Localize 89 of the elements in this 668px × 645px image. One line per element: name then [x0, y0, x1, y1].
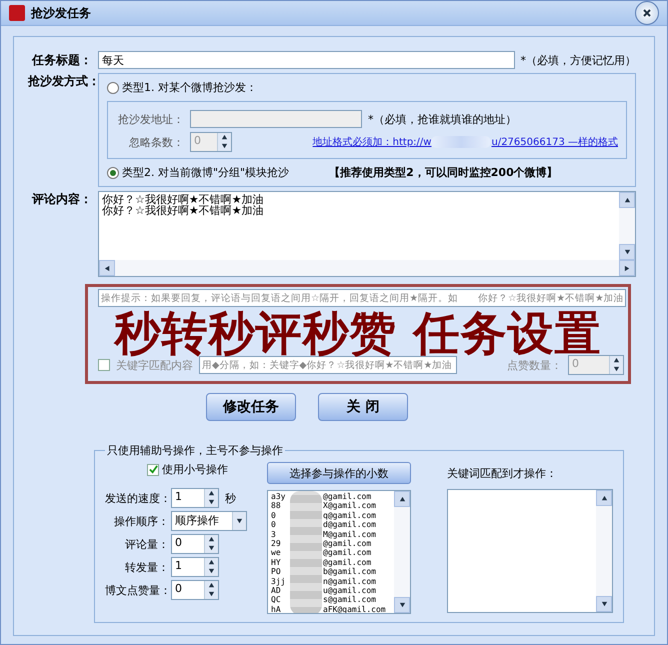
- spin-down-icon[interactable]: [208, 499, 215, 506]
- field-label: 操作顺序：: [113, 514, 169, 528]
- check-icon: [148, 465, 158, 474]
- account-item[interactable]: 0: [271, 520, 289, 530]
- account-item[interactable]: X@gamil.com: [323, 501, 391, 511]
- spin-up-icon[interactable]: [613, 357, 620, 364]
- account-item[interactable]: 88: [271, 501, 289, 511]
- field-label: 转发量：: [124, 560, 169, 574]
- spin-down-icon[interactable]: [208, 545, 215, 552]
- spin-up-icon[interactable]: [208, 582, 215, 589]
- account-item[interactable]: @gamil.com: [323, 492, 391, 502]
- account-item[interactable]: @gamil.com: [323, 548, 391, 558]
- account-item[interactable]: 29: [271, 539, 289, 548]
- required-note: *（必填，方便记忆用）: [520, 52, 636, 68]
- skip-label: 忽略条数：: [128, 134, 184, 150]
- required-note: *（必填，抢谁就填谁的地址）: [368, 112, 516, 126]
- account-item[interactable]: M@gamil.com: [323, 530, 391, 540]
- spin-down-icon[interactable]: [208, 568, 215, 575]
- account-item[interactable]: 0: [271, 510, 289, 520]
- address-input[interactable]: [190, 110, 362, 128]
- spin-up-icon[interactable]: [221, 134, 228, 141]
- account-item[interactable]: a3y: [271, 492, 289, 502]
- unit-label: 秒: [225, 490, 236, 506]
- spin-up-icon[interactable]: [208, 536, 215, 543]
- like-count-label: 点赞数量：: [507, 358, 562, 372]
- scroll-down-icon[interactable]: [624, 248, 630, 256]
- account-item[interactable]: @gamil.com: [323, 539, 391, 548]
- close-button[interactable]: [635, 1, 659, 25]
- account-item[interactable]: 3: [271, 530, 289, 540]
- account-item[interactable]: @gamil.com: [323, 558, 391, 568]
- scroll-left-icon[interactable]: [104, 264, 110, 272]
- scroll-up-icon[interactable]: [624, 196, 630, 204]
- account-item[interactable]: d@gamil.com: [323, 520, 391, 530]
- radio-button[interactable]: [107, 166, 119, 178]
- account-item[interactable]: we: [271, 548, 289, 558]
- number-spinbox[interactable]: 0: [171, 534, 219, 554]
- action-button[interactable]: 关 闭: [318, 393, 408, 421]
- number-spinbox[interactable]: 0: [171, 580, 219, 600]
- account-item[interactable]: hA: [271, 604, 289, 613]
- account-item[interactable]: AD: [271, 586, 289, 596]
- field-label: 发送的速度：: [105, 490, 169, 506]
- field-label: 评论内容：: [30, 191, 92, 208]
- field-label: 任务标题：: [30, 52, 92, 68]
- title-input[interactable]: 每天: [98, 51, 514, 69]
- number-spinbox[interactable]: 1: [171, 488, 219, 508]
- spin-down-icon[interactable]: [613, 366, 620, 373]
- order-dropdown[interactable]: 顺序操作: [171, 511, 247, 531]
- scroll-down-icon[interactable]: [600, 600, 608, 608]
- comment-textarea[interactable]: 你好？☆我很好啊★不错啊★加油 你好？☆我很好啊★不错啊★加油: [98, 191, 636, 277]
- window-title: 抢沙发任务: [31, 4, 92, 22]
- action-button[interactable]: 修改任务: [206, 393, 296, 421]
- account-item[interactable]: u@gamil.com: [323, 586, 391, 596]
- checkbox[interactable]: [98, 359, 110, 371]
- account-item[interactable]: n@gamil.com: [323, 576, 391, 586]
- checkbox-label: 关键字匹配内容: [116, 358, 193, 372]
- scroll-right-icon[interactable]: [624, 264, 630, 272]
- field-label: 博文点赞量：: [105, 582, 169, 598]
- hint-field[interactable]: 操作提示：如果要回复，评论语与回复语之间用☆隔开，回复语之间用★隔开。如 你好？☆我很好啊★不错啊★加油: [98, 289, 626, 307]
- checkbox-label: 使用小号操作: [162, 462, 228, 477]
- spin-up-icon[interactable]: [208, 559, 215, 566]
- group-title: 只使用辅助号操作，主号不参与操作: [106, 443, 284, 458]
- format-link[interactable]: 地址格式必须加：http://w u/2765066173 —样的格式: [312, 135, 618, 149]
- keyword-input[interactable]: 用◆分隔，如：关键字◆你好？☆我很好啊★不错啊★加油: [199, 356, 457, 374]
- radio-label: 类型2. 对当前微博"分组"模块抢沙: [122, 165, 290, 180]
- account-item[interactable]: HY: [271, 558, 289, 568]
- scroll-up-icon[interactable]: [600, 494, 608, 502]
- address-label: 抢沙发地址：: [117, 112, 184, 126]
- field-label: 评论量：: [124, 536, 169, 552]
- checkbox[interactable]: [147, 464, 159, 476]
- radio-button[interactable]: [107, 82, 119, 94]
- number-spinbox[interactable]: 1: [171, 557, 219, 577]
- account-item[interactable]: q@gamil.com: [323, 510, 391, 520]
- account-item[interactable]: QC: [271, 595, 289, 605]
- radio-label: 类型1. 对某个微博抢沙发：: [122, 80, 257, 95]
- app-logo-icon: [9, 5, 25, 21]
- account-item[interactable]: b@gamil.com: [323, 567, 391, 577]
- dropdown-arrow-icon[interactable]: [236, 518, 243, 524]
- spin-up-icon[interactable]: [208, 490, 215, 497]
- account-item[interactable]: 3jj: [271, 576, 289, 586]
- spin-down-icon[interactable]: [221, 143, 228, 150]
- scroll-down-icon[interactable]: [398, 602, 406, 608]
- account-item[interactable]: PO: [271, 567, 289, 577]
- keyword-caption: 关键词匹配到才操作：: [447, 466, 558, 481]
- scroll-up-icon[interactable]: [398, 496, 406, 502]
- account-item[interactable]: s@gamil.com: [323, 595, 391, 605]
- spin-down-icon[interactable]: [208, 591, 215, 598]
- recommend-note: 【推荐使用类型2，可以同时监控200个微博】: [329, 165, 558, 180]
- select-accounts-button[interactable]: 选择参与操作的小数: [267, 462, 411, 484]
- close-icon: [643, 9, 651, 17]
